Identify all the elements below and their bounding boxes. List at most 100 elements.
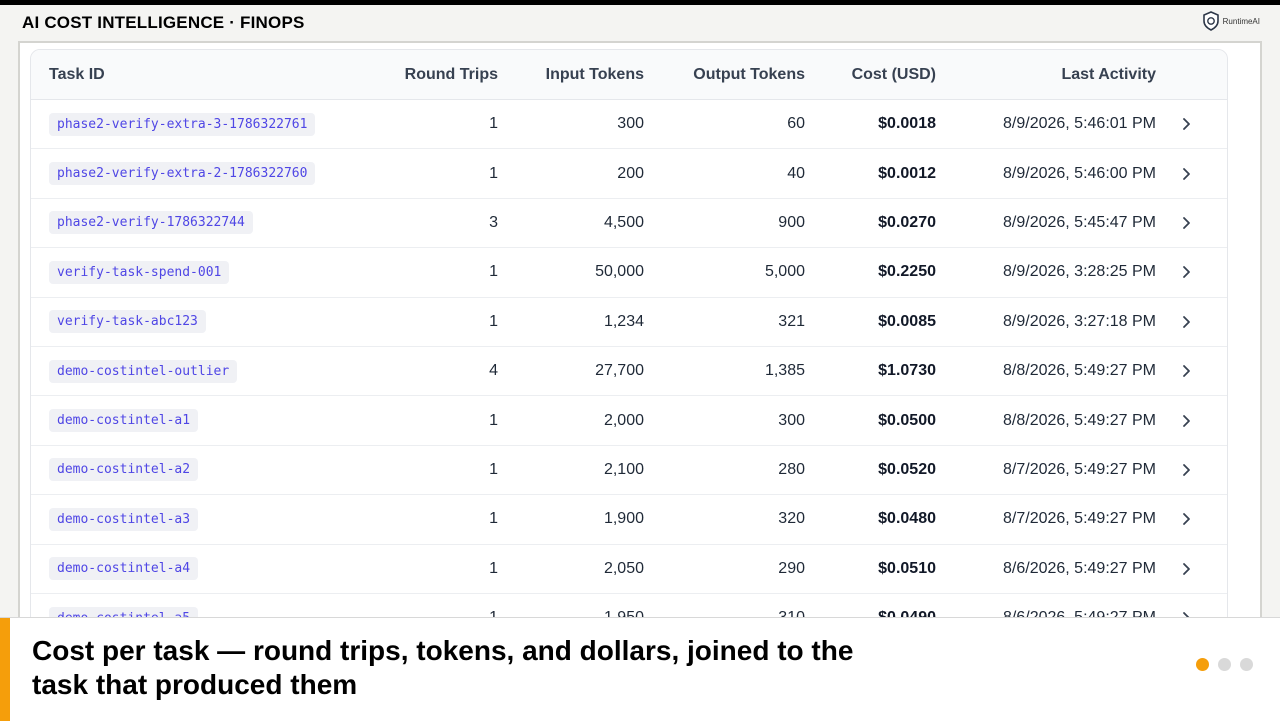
table-row[interactable]: demo-costintel-a4 1 2,050 290 $0.0510 8/6/202…	[31, 545, 1227, 594]
table-row[interactable]: phase2-verify-1786322744 3 4,500 900 $0.0270…	[31, 199, 1227, 249]
table-row[interactable]: phase2-verify-extra-2-1786322760 1 200 40 $0…	[31, 149, 1227, 199]
row-expand-button[interactable]	[1156, 414, 1216, 428]
pagination-dots	[1196, 658, 1253, 671]
task-id-badge[interactable]: demo-costintel-a1	[49, 409, 199, 433]
round-trips-cell: 1	[489, 115, 498, 133]
row-expand-button[interactable]	[1156, 167, 1216, 181]
caption-text: Cost per task — round trips, tokens, and…	[32, 635, 854, 700]
chevron-right-icon	[1183, 414, 1190, 427]
task-id-badge[interactable]: demo-costintel-outlier	[49, 359, 238, 383]
row-expand-button[interactable]	[1156, 117, 1216, 131]
caption-accent-bar	[0, 618, 10, 721]
chevron-right-icon	[1183, 167, 1190, 180]
task-id-badge[interactable]: verify-task-abc123	[49, 310, 206, 334]
table-row[interactable]: verify-task-spend-001 1 50,000 5,000 $0.2250…	[31, 248, 1227, 298]
task-id-cell: verify-task-spend-001	[31, 260, 351, 284]
round-trips-cell: 1	[489, 312, 498, 330]
column-header-round-trips[interactable]: Round Trips	[351, 66, 498, 84]
task-id-badge[interactable]: verify-task-spend-001	[49, 260, 230, 284]
task-id-badge[interactable]: demo-costintel-a4	[49, 557, 199, 581]
last-activity-cell: 8/9/2026, 5:46:01 PM	[1003, 115, 1156, 133]
round-trips-cell: 1	[489, 164, 498, 182]
column-header-last-activity[interactable]: Last Activity	[936, 66, 1156, 84]
last-activity-cell: 8/7/2026, 5:49:27 PM	[1003, 510, 1156, 528]
cost-cell: $0.0085	[878, 312, 936, 330]
brand-logo: RuntimeAI	[1202, 11, 1260, 31]
chevron-right-icon	[1183, 365, 1190, 378]
top-bar	[0, 0, 1280, 5]
cost-cell: $0.0520	[878, 460, 936, 478]
output-tokens-cell: 290	[778, 559, 805, 577]
chevron-right-icon	[1183, 562, 1190, 575]
last-activity-cell: 8/6/2026, 5:49:27 PM	[1003, 559, 1156, 577]
cost-cell: $0.2250	[878, 263, 936, 281]
output-tokens-cell: 321	[778, 312, 805, 330]
last-activity-cell: 8/8/2026, 5:49:27 PM	[1003, 411, 1156, 429]
column-header-input-tokens[interactable]: Input Tokens	[498, 66, 644, 84]
output-tokens-cell: 40	[787, 164, 805, 182]
pagination-dot[interactable]	[1196, 658, 1209, 671]
row-expand-button[interactable]	[1156, 512, 1216, 526]
input-tokens-cell: 2,100	[603, 460, 644, 478]
task-id-cell: demo-costintel-outlier	[31, 359, 351, 383]
cost-cell: $0.0018	[878, 115, 936, 133]
input-tokens-cell: 300	[617, 115, 644, 133]
chevron-right-icon	[1183, 266, 1190, 279]
row-expand-button[interactable]	[1156, 463, 1216, 477]
column-header-task-id[interactable]: Task ID	[31, 66, 351, 84]
pagination-dot[interactable]	[1240, 658, 1253, 671]
last-activity-cell: 8/9/2026, 3:28:25 PM	[1003, 263, 1156, 281]
row-expand-button[interactable]	[1156, 216, 1216, 230]
output-tokens-cell: 320	[778, 510, 805, 528]
task-id-badge[interactable]: demo-costintel-a2	[49, 458, 199, 482]
task-id-badge[interactable]: phase2-verify-extra-2-1786322760	[49, 162, 316, 186]
output-tokens-cell: 900	[778, 213, 805, 231]
content-frame: Task ID Round Trips Input Tokens Output …	[18, 41, 1262, 641]
table-row[interactable]: demo-costintel-a1 1 2,000 300 $0.0500 8/8/202…	[31, 396, 1227, 446]
round-trips-cell: 1	[489, 263, 498, 281]
table-row[interactable]: verify-task-abc123 1 1,234 321 $0.0085 8/9/20…	[31, 298, 1227, 347]
task-cost-table: Task ID Round Trips Input Tokens Output …	[30, 49, 1228, 639]
input-tokens-cell: 2,000	[603, 411, 644, 429]
round-trips-cell: 1	[489, 460, 498, 478]
last-activity-cell: 8/9/2026, 5:45:47 PM	[1003, 213, 1156, 231]
task-id-badge[interactable]: phase2-verify-extra-3-1786322761	[49, 112, 316, 136]
task-id-badge[interactable]: phase2-verify-1786322744	[49, 211, 253, 235]
cost-cell: $0.0480	[878, 510, 936, 528]
cost-cell: $0.0012	[878, 164, 936, 182]
column-header-cost[interactable]: Cost (USD)	[805, 66, 936, 84]
column-header-output-tokens[interactable]: Output Tokens	[644, 66, 805, 84]
row-expand-button[interactable]	[1156, 315, 1216, 329]
brand-name: RuntimeAI	[1222, 16, 1260, 26]
caption-bar: Cost per task — round trips, tokens, and…	[0, 617, 1280, 721]
task-id-cell: phase2-verify-1786322744	[31, 211, 351, 235]
pagination-dot[interactable]	[1218, 658, 1231, 671]
task-id-cell: demo-costintel-a3	[31, 507, 351, 531]
table-row[interactable]: demo-costintel-outlier 4 27,700 1,385 $1.073…	[31, 347, 1227, 397]
row-expand-button[interactable]	[1156, 562, 1216, 576]
output-tokens-cell: 280	[778, 460, 805, 478]
cost-cell: $0.0510	[878, 559, 936, 577]
cost-cell: $0.0500	[878, 411, 936, 429]
input-tokens-cell: 1,234	[603, 312, 644, 330]
task-id-cell: verify-task-abc123	[31, 310, 351, 334]
round-trips-cell: 3	[489, 213, 498, 231]
input-tokens-cell: 2,050	[603, 559, 644, 577]
shield-icon	[1202, 11, 1219, 31]
table-row[interactable]: demo-costintel-a2 1 2,100 280 $0.0520 8/7/202…	[31, 446, 1227, 496]
chevron-right-icon	[1183, 315, 1190, 328]
table-row[interactable]: demo-costintel-a3 1 1,900 320 $0.0480 8/7/202…	[31, 495, 1227, 545]
row-expand-button[interactable]	[1156, 265, 1216, 279]
input-tokens-cell: 200	[617, 164, 644, 182]
task-id-badge[interactable]: demo-costintel-a3	[49, 507, 199, 531]
task-id-cell: phase2-verify-extra-2-1786322760	[31, 162, 351, 186]
cost-cell: $1.0730	[878, 362, 936, 380]
chevron-right-icon	[1183, 464, 1190, 476]
chevron-right-icon	[1183, 513, 1190, 526]
chevron-right-icon	[1183, 118, 1190, 131]
row-expand-button[interactable]	[1156, 364, 1216, 378]
table-row[interactable]: phase2-verify-extra-3-1786322761 1 300 60 $0…	[31, 100, 1227, 150]
chevron-right-icon	[1183, 217, 1190, 229]
task-id-cell: demo-costintel-a2	[31, 458, 351, 482]
round-trips-cell: 1	[489, 411, 498, 429]
